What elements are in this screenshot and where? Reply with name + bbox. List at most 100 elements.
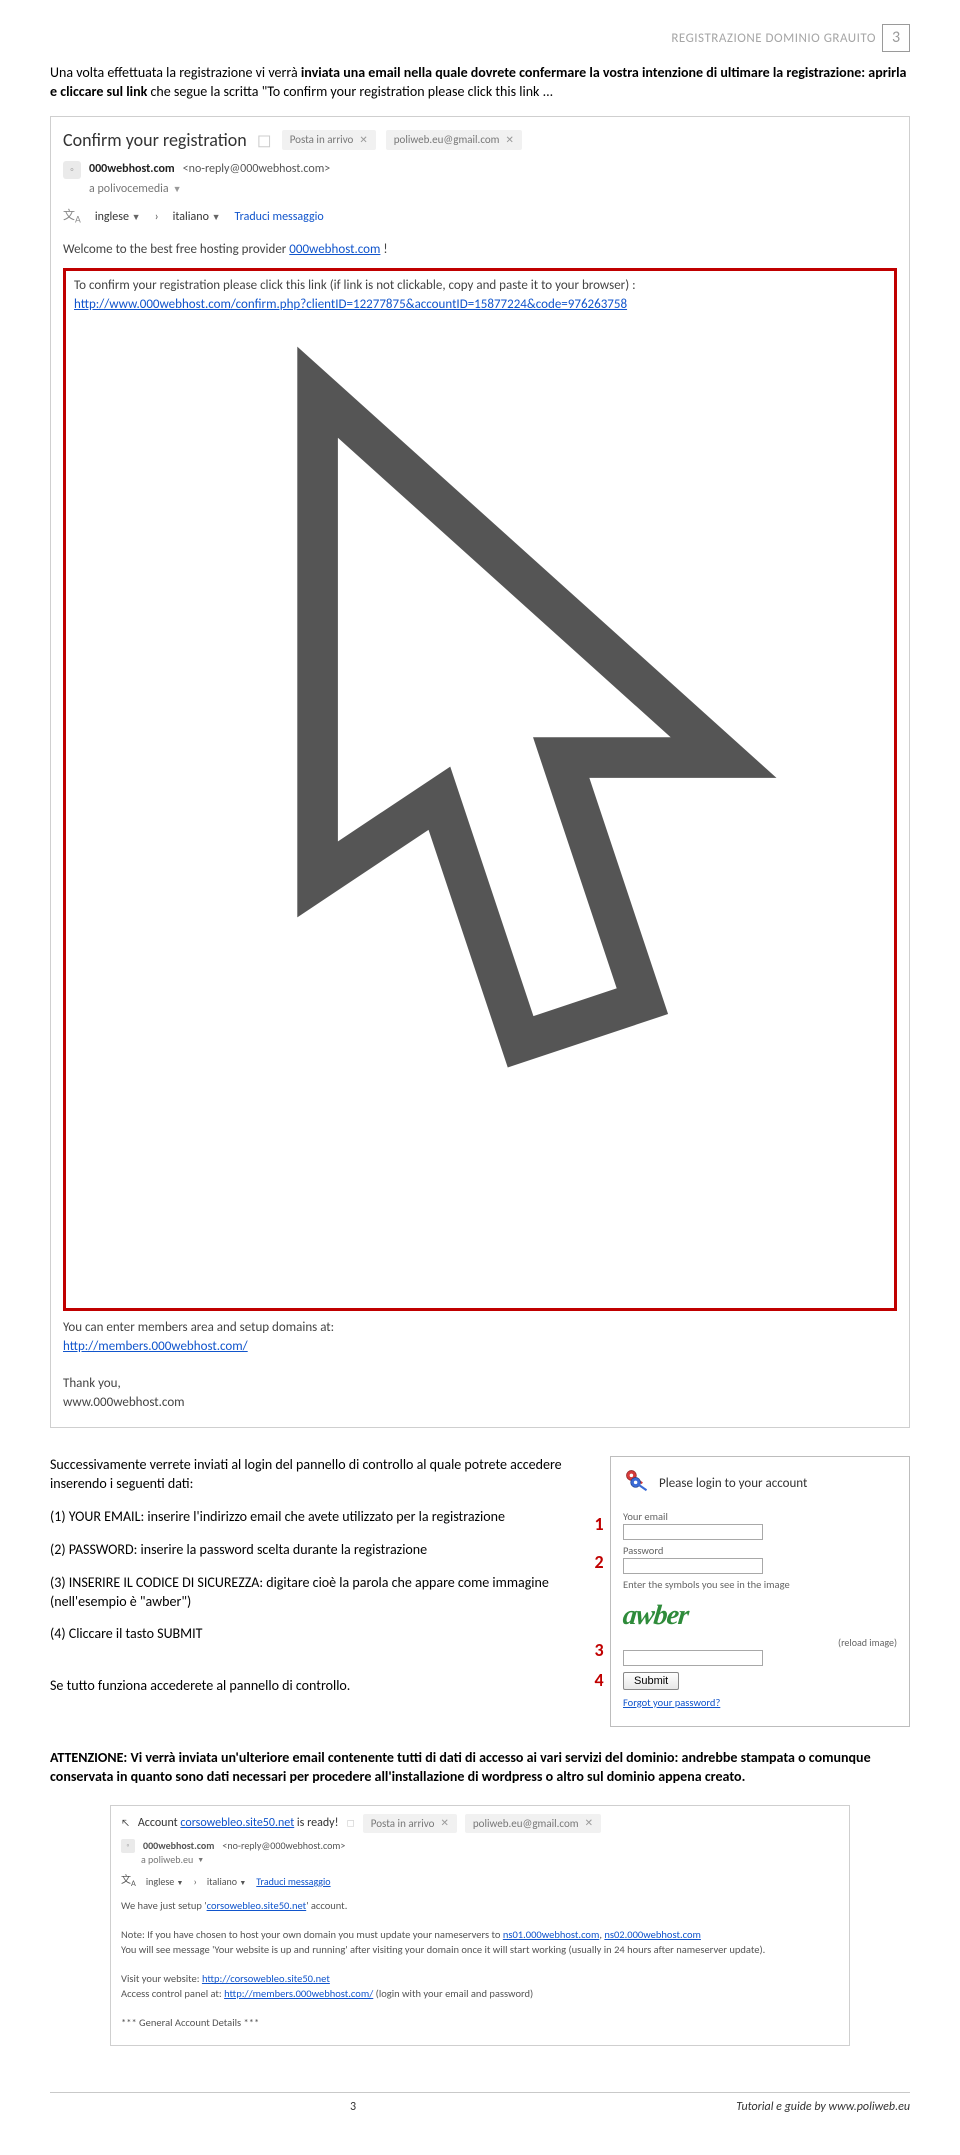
cursor-icon — [74, 311, 886, 1292]
email2-sender-name: 000webhost.com — [143, 1839, 214, 1853]
marker-4: 4 — [590, 1668, 608, 1692]
step-2: (2) PASSWORD: inserire la password scelt… — [50, 1541, 592, 1560]
chip-inbox[interactable]: Posta in arrivo✕ — [282, 130, 376, 150]
sender-row: ◦ 000webhost.com <no-reply@000webhost.co… — [63, 161, 897, 179]
lang-to[interactable]: italiano ▼ — [173, 209, 221, 226]
intro-paragraph: Una volta effettuata la registrazione vi… — [50, 64, 910, 102]
submit-button[interactable]: Submit — [623, 1672, 679, 1690]
steps-ok: Se tutto funziona accederete al pannello… — [50, 1677, 592, 1696]
translate-row: 文A inglese ▼ › italiano ▼ Traduci messag… — [63, 208, 897, 227]
label-icon: ◻ — [257, 127, 272, 153]
label-captcha: Enter the symbols you see in the image — [623, 1578, 897, 1592]
reload-captcha-link[interactable]: (reload image) — [623, 1636, 897, 1650]
welcome-link[interactable]: 000webhost.com — [289, 242, 380, 257]
close-icon[interactable]: ✕ — [505, 133, 513, 148]
general-account-details: *** General Account Details *** — [121, 2016, 839, 2031]
subj-link[interactable]: corsowebleo.site50.net — [180, 1816, 294, 1830]
recipient: a polivocemedia — [89, 181, 169, 198]
chevron-down-icon[interactable]: ▼ — [197, 1855, 204, 1865]
email2-sender-addr: <no-reply@000webhost.com> — [222, 1839, 345, 1853]
translate-link[interactable]: Traduci messaggio — [256, 1875, 330, 1889]
login-panel: Please login to your account Your email … — [610, 1456, 910, 1727]
chip-address[interactable]: poliweb.eu@gmail.com✕ — [386, 130, 522, 150]
avatar-icon: ◦ — [121, 1839, 135, 1853]
l1-a: We have just setup ' — [121, 1899, 207, 1912]
close-icon[interactable]: ✕ — [359, 133, 367, 148]
header-title: REGISTRAZIONE DOMINIO GRAUITO — [671, 30, 876, 48]
lang-from[interactable]: inglese ▼ — [95, 209, 141, 226]
email2-subject-row: ↖ Account corsowebleo.site50.net is read… — [121, 1814, 839, 1833]
translate-icon: 文A — [121, 1873, 136, 1891]
email-field[interactable] — [623, 1524, 763, 1540]
marker-2: 2 — [590, 1550, 608, 1574]
forgot-password-link[interactable]: Forgot your password? — [623, 1696, 897, 1710]
arrow-right-icon: › — [155, 209, 159, 226]
ns1-link[interactable]: ns01.000webhost.com — [503, 1928, 600, 1941]
page-footer: 3 Tutorial e guide by www.poliweb.eu — [50, 2092, 910, 2115]
intro-pre: Una volta effettuata la registrazione vi… — [50, 64, 301, 81]
note-a: Note: If you have chosen to host your ow… — [121, 1928, 503, 1941]
step-4: (4) Cliccare il tasto SUBMIT — [50, 1625, 592, 1644]
avatar-icon: ◦ — [63, 161, 81, 179]
translate-link[interactable]: Traduci messaggio — [235, 209, 324, 226]
sender-addr: <no-reply@000webhost.com> — [183, 161, 331, 178]
login-title: Please login to your account — [659, 1475, 807, 1493]
email-subject-row: Confirm your registration ◻ Posta in arr… — [63, 127, 897, 153]
captcha-image: awber — [621, 1597, 690, 1635]
step-3: (3) INSERIRE IL CODICE DI SICUREZZA: dig… — [50, 1574, 592, 1612]
lang-from[interactable]: inglese ▼ — [146, 1875, 184, 1889]
captcha-field[interactable] — [623, 1650, 763, 1666]
attention-bold: ATTENZIONE: Vi verrà inviata un'ulterior… — [50, 1749, 871, 1785]
email-confirm-panel: Confirm your registration ◻ Posta in arr… — [50, 116, 910, 1428]
thanks: Thank you, — [63, 1375, 897, 1394]
ns2-link[interactable]: ns02.000webhost.com — [604, 1928, 701, 1941]
visit-a: Visit your website: — [121, 1972, 202, 1985]
recipient-row: a polivocemedia ▼ — [89, 181, 897, 198]
confirm-text: To confirm your registration please clic… — [74, 277, 886, 296]
email2-translate-row: 文A inglese ▼ › italiano ▼ Traduci messag… — [121, 1873, 839, 1891]
marker-1: 1 — [590, 1512, 608, 1536]
lang-to[interactable]: italiano ▼ — [207, 1875, 246, 1889]
confirm-link[interactable]: http://www.000webhost.com/confirm.php?cl… — [74, 297, 627, 312]
keys-icon — [623, 1467, 651, 1500]
chip-address[interactable]: poliweb.eu@gmail.com✕ — [465, 1814, 601, 1833]
cursor-icon: ↖ — [121, 1816, 130, 1830]
attention-paragraph: ATTENZIONE: Vi verrà inviata un'ulterior… — [50, 1749, 910, 1787]
subj-a: Account — [138, 1816, 181, 1830]
footer-credit: Tutorial e guide by www.poliweb.eu — [736, 2099, 910, 2115]
confirm-highlight-block: To confirm your registration please clic… — [63, 268, 897, 1311]
chevron-down-icon[interactable]: ▼ — [173, 183, 182, 196]
email-ready-panel: ↖ Account corsowebleo.site50.net is read… — [110, 1805, 850, 2046]
members-text: You can enter members area and setup dom… — [63, 1319, 897, 1338]
arrow-right-icon: › — [193, 1875, 196, 1889]
acp-link[interactable]: http://members.000webhost.com/ — [224, 1987, 373, 2000]
step-1: (1) YOUR EMAIL: inserire l'indirizzo ema… — [50, 1508, 592, 1527]
intro-mid: che segue la scritta "To confirm your re… — [147, 83, 553, 100]
members-link[interactable]: http://members.000webhost.com/ — [63, 1339, 248, 1354]
email2-sender-row: ◦ 000webhost.com <no-reply@000webhost.co… — [121, 1839, 839, 1853]
translate-icon: 文A — [63, 208, 81, 227]
marker-3: 3 — [590, 1638, 608, 1662]
acp-b: (login with your email and password) — [373, 1987, 533, 2000]
email-subject: Confirm your registration — [63, 127, 247, 153]
l1-link[interactable]: corsowebleo.site50.net — [207, 1899, 307, 1912]
close-icon[interactable]: ✕ — [585, 1816, 593, 1830]
email2-recipient-row: a poliweb.eu▼ — [141, 1853, 839, 1867]
page-number-badge: 3 — [882, 24, 910, 52]
password-field[interactable] — [623, 1558, 763, 1574]
steps-intro: Successivamente verrete inviati al login… — [50, 1456, 592, 1494]
chip-inbox[interactable]: Posta in arrivo✕ — [363, 1814, 457, 1833]
acp-a: Access control panel at: — [121, 1987, 224, 2000]
visit-link[interactable]: http://corsowebleo.site50.net — [202, 1972, 330, 1985]
l1-b: ' account. — [306, 1899, 347, 1912]
label-password: Password — [623, 1544, 897, 1558]
page-header: REGISTRAZIONE DOMINIO GRAUITO 3 — [50, 30, 910, 64]
signature: www.000webhost.com — [63, 1394, 897, 1413]
close-icon[interactable]: ✕ — [440, 1816, 448, 1830]
email-body: Welcome to the best free hosting provide… — [63, 241, 897, 1413]
welcome-b: ! — [380, 242, 387, 257]
label-icon: ◻ — [346, 1816, 354, 1830]
note-b: You will see message 'Your website is up… — [121, 1943, 765, 1956]
label-email: Your email — [623, 1510, 897, 1524]
chevron-down-icon: ▼ — [132, 212, 141, 223]
